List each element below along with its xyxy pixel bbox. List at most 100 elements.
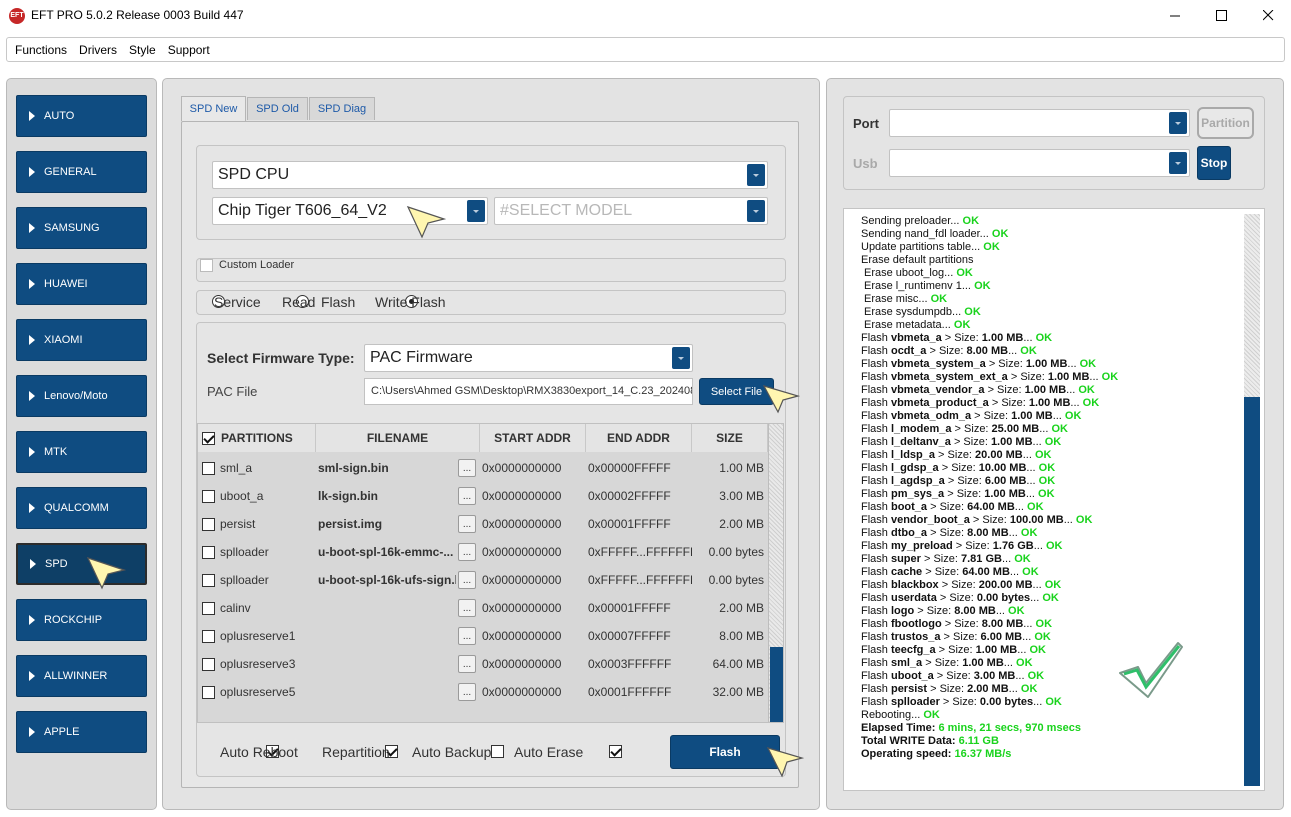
log-verb: Flash — [861, 332, 891, 344]
end-addr: 0x00002FFFFF — [588, 489, 671, 503]
partition-cell: splloader — [202, 566, 314, 594]
filename: u-boot-spl-16k-emmc-... — [318, 545, 454, 559]
log-size: 1.00 MB — [1011, 410, 1053, 422]
nav-samsung[interactable]: SAMSUNG — [16, 207, 147, 249]
tab-spd-new[interactable]: SPD New — [181, 96, 246, 121]
table-row[interactable]: oplusreserve5 0x0000000000 0x0001FFFFFF 32.… — [198, 678, 768, 706]
row-checkbox[interactable] — [202, 629, 215, 643]
header-size[interactable]: SIZE — [692, 424, 768, 452]
browse-file-button[interactable]: ... — [458, 459, 476, 477]
log-ellipsis: ... — [1026, 462, 1039, 474]
port-select[interactable] — [889, 109, 1190, 137]
table-row[interactable]: oplusreserve1 0x0000000000 0x00007FFFFF 8.0… — [198, 622, 768, 650]
play-icon — [29, 671, 35, 681]
nav-lenovo-moto[interactable]: Lenovo/Moto — [16, 375, 147, 417]
nav-auto[interactable]: AUTO — [16, 95, 147, 137]
chip-select[interactable]: Chip Tiger T606_64_V2 — [212, 197, 488, 225]
nav-apple[interactable]: APPLE — [16, 711, 147, 753]
tab-spd-old[interactable]: SPD Old — [247, 97, 308, 120]
stop-button[interactable]: Stop — [1197, 146, 1231, 180]
log-size-label: > Size: — [935, 644, 976, 656]
header-start-addr[interactable]: START ADDR — [480, 424, 586, 452]
log-verb: Flash — [861, 436, 891, 448]
table-row[interactable]: persist persist.img 0x0000000000 0x00001FFF… — [198, 510, 768, 538]
select-all-checkbox[interactable] — [202, 431, 215, 445]
maximize-button[interactable] — [1198, 0, 1244, 30]
table-row[interactable]: calinv 0x0000000000 0x00001FFFFF 2.00 MB... — [198, 594, 768, 622]
play-icon — [29, 391, 35, 401]
start-addr-cell: 0x0000000000 — [482, 538, 586, 566]
minimize-button[interactable] — [1152, 0, 1198, 30]
nav-allwinner[interactable]: ALLWINNER — [16, 655, 147, 697]
usb-select[interactable] — [889, 149, 1190, 177]
custom-loader-checkbox[interactable] — [200, 259, 213, 272]
row-checkbox[interactable] — [202, 517, 215, 531]
row-checkbox[interactable] — [202, 573, 215, 587]
model-select[interactable]: #SELECT MODEL — [494, 197, 768, 225]
table-row[interactable]: uboot_a lk-sign.bin 0x0000000000 0x00002FFF… — [198, 482, 768, 510]
menu-style[interactable]: Style — [123, 43, 162, 57]
row-checkbox[interactable] — [202, 461, 215, 475]
header-end-addr[interactable]: END ADDR — [586, 424, 692, 452]
partition-name: calinv — [220, 601, 251, 615]
browse-file-button[interactable]: ... — [458, 487, 476, 505]
end-addr-cell: 0xFFFFF...FFFFFFF — [588, 566, 692, 594]
nav-huawei[interactable]: HUAWEI — [16, 263, 147, 305]
log-output: Sending preloader... OK Sending nand_fdl … — [843, 208, 1265, 791]
browse-file-button[interactable]: ... — [458, 571, 476, 589]
menu-functions[interactable]: Functions — [9, 43, 73, 57]
tab-spd-diag[interactable]: SPD Diag — [309, 97, 375, 120]
table-scrollbar-thumb[interactable] — [770, 647, 783, 722]
firmware-type-select[interactable]: PAC Firmware — [364, 344, 693, 372]
browse-file-button[interactable]: ... — [458, 543, 476, 561]
log-ok: OK — [1022, 566, 1039, 578]
partition-button[interactable]: Partition — [1197, 107, 1254, 139]
browse-file-button[interactable]: ... — [458, 515, 476, 533]
flash-button[interactable]: Flash — [670, 735, 780, 769]
log-size-label: > Size: — [927, 527, 968, 539]
table-row[interactable]: splloader u-boot-spl-16k-ufs-sign.b 0x0000… — [198, 566, 768, 594]
table-scrollbar[interactable] — [768, 424, 783, 722]
pac-file-path-field[interactable]: C:\Users\Ahmed GSM\Desktop\RMX3830export… — [364, 378, 693, 405]
header-filename[interactable]: FILENAME — [316, 424, 480, 452]
size-cell: 0.00 bytes — [692, 538, 764, 566]
row-checkbox[interactable] — [202, 545, 215, 559]
browse-file-button[interactable]: ... — [458, 627, 476, 645]
row-checkbox[interactable] — [202, 657, 215, 671]
log-ok: OK — [930, 293, 948, 305]
log-text: Erase misc... — [864, 293, 931, 305]
cpu-select[interactable]: SPD CPU — [212, 161, 768, 189]
summary-label: Elapsed Time: — [861, 722, 939, 734]
browse-file-button[interactable]: ... — [458, 683, 476, 701]
close-button[interactable] — [1245, 0, 1291, 30]
nav-spd[interactable]: SPD — [16, 543, 147, 585]
nav-xiaomi[interactable]: XIAOMI — [16, 319, 147, 361]
end-addr: 0x00001FFFFF — [588, 601, 671, 615]
nav-mtk[interactable]: MTK — [16, 431, 147, 473]
log-summary-line: Elapsed Time: 6 mins, 21 secs, 970 msecs — [861, 722, 1241, 735]
menu-drivers[interactable]: Drivers — [73, 43, 123, 57]
nav-rockchip[interactable]: ROCKCHIP — [16, 599, 147, 641]
browse-file-button[interactable]: ... — [458, 655, 476, 673]
log-scrollbar-thumb[interactable] — [1244, 397, 1260, 786]
table-row[interactable]: sml_a sml-sign.bin 0x0000000000 0x00000FFFF… — [198, 454, 768, 482]
row-checkbox[interactable] — [202, 685, 215, 699]
browse-file-button[interactable]: ... — [458, 599, 476, 617]
log-scrollbar[interactable] — [1244, 214, 1260, 786]
table-row[interactable]: splloader u-boot-spl-16k-emmc-... 0x000000… — [198, 538, 768, 566]
row-checkbox[interactable] — [202, 489, 215, 503]
start-addr: 0x0000000000 — [482, 517, 562, 531]
log-line: Flash vendor_boot_a > Size: 100.00 MB...… — [861, 514, 1241, 527]
table-row[interactable]: oplusreserve3 0x0000000000 0x0003FFFFFF 64.… — [198, 650, 768, 678]
log-ellipsis: ... — [1052, 410, 1065, 422]
row-checkbox[interactable] — [202, 601, 215, 615]
header-partitions[interactable]: PARTITIONS — [198, 424, 316, 452]
nav-general[interactable]: GENERAL — [16, 151, 147, 193]
log-line: Flash boot_a > Size: 64.00 MB... OK — [861, 501, 1241, 514]
log-line: Flash l_ldsp_a > Size: 20.00 MB... OK — [861, 449, 1241, 462]
nav-qualcomm[interactable]: QUALCOMM — [16, 487, 147, 529]
auto-backup-checkbox[interactable] — [491, 745, 505, 758]
menu-support[interactable]: Support — [162, 43, 216, 57]
log-partition: l_gdsp_a — [890, 462, 939, 474]
auto-erase-checkbox[interactable] — [609, 745, 623, 758]
